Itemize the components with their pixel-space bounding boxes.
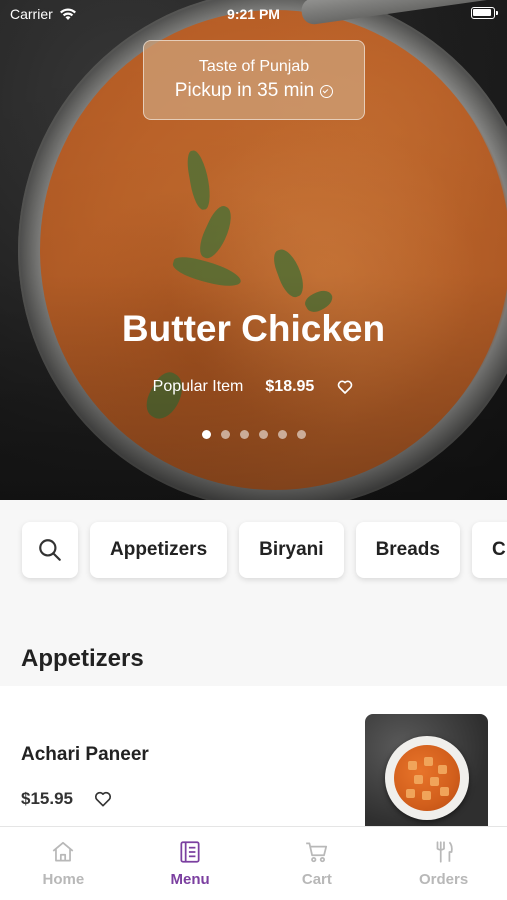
tab-menu-label: Menu [170, 871, 210, 888]
status-bar: Carrier 9:21 PM [0, 0, 507, 28]
home-icon [53, 841, 74, 862]
carousel-dot[interactable] [277, 430, 287, 439]
featured-item-tag: Popular Item [152, 378, 244, 395]
category-chip-appetizers[interactable]: Appetizers [90, 522, 228, 578]
carousel-dot[interactable] [220, 430, 230, 439]
restaurant-selector[interactable]: Taste of Punjab Pickup in 35 min [143, 40, 365, 120]
menu-item-photo-paneer [406, 789, 415, 798]
chevron-circle-down-icon [320, 84, 334, 98]
carousel-dot[interactable] [296, 430, 306, 439]
tab-menu[interactable]: Menu [127, 827, 254, 900]
menu-item[interactable]: Achari Paneer $15.95 [0, 686, 507, 826]
menu-item-price: $15.95 [21, 789, 73, 808]
tab-bar: Home Menu Cart Orders [0, 826, 507, 900]
featured-item-price: $18.95 [265, 378, 315, 395]
menu-item-photo-paneer [422, 791, 431, 800]
pickup-time: Pickup in 35 min [144, 80, 364, 102]
section-title: Appetizers [21, 645, 144, 672]
tab-cart-label: Cart [301, 871, 332, 888]
carousel-dot[interactable] [201, 430, 211, 439]
tab-orders-label: Orders [419, 871, 469, 888]
menu-item-photo-paneer [438, 765, 447, 774]
menu-item-photo-bowl [385, 736, 469, 820]
heart-icon[interactable] [336, 378, 354, 396]
tab-orders[interactable]: Orders [380, 827, 507, 900]
category-bar: Appetizers Biryani Breads C [0, 500, 507, 618]
menu-item-photo-paneer [414, 775, 423, 784]
restaurant-name: Taste of Punjab [198, 58, 310, 75]
category-chip-breads[interactable]: Breads [355, 522, 460, 578]
featured-item-meta: Popular Item $18.95 [0, 378, 507, 396]
menu-item-name: Achari Paneer [21, 744, 149, 765]
menu-item-photo-food [394, 745, 460, 811]
search-button[interactable] [22, 522, 78, 578]
carousel-dot[interactable] [258, 430, 268, 439]
status-time: 9:21 PM [227, 6, 280, 22]
carousel-dots[interactable] [0, 430, 507, 439]
menu-item-photo-paneer [440, 787, 449, 796]
category-chip-next[interactable]: C [471, 522, 507, 578]
category-chip-biryani[interactable]: Biryani [239, 522, 344, 578]
fork-knife-icon [436, 841, 453, 863]
hero-banner[interactable]: Carrier 9:21 PM Taste of Punjab Pickup i… [0, 0, 507, 500]
tab-cart[interactable]: Cart [254, 827, 381, 900]
pickup-label: Pickup in 35 min [174, 80, 315, 101]
menu-item-photo-paneer [430, 777, 439, 786]
heart-icon[interactable] [93, 789, 113, 809]
search-icon [39, 539, 61, 561]
tab-home-label: Home [42, 871, 85, 888]
tab-home[interactable]: Home [0, 827, 127, 900]
menu-item-price-row: $15.95 [21, 789, 113, 809]
featured-item-title: Butter Chicken [121, 308, 386, 349]
cart-icon [306, 842, 327, 863]
battery-icon [471, 7, 498, 19]
menu-item-photo [365, 714, 488, 826]
menu-item-photo-paneer [408, 761, 417, 770]
menu-book-icon [180, 841, 200, 863]
carousel-dot[interactable] [239, 430, 249, 439]
menu-item-photo-paneer [424, 757, 433, 766]
